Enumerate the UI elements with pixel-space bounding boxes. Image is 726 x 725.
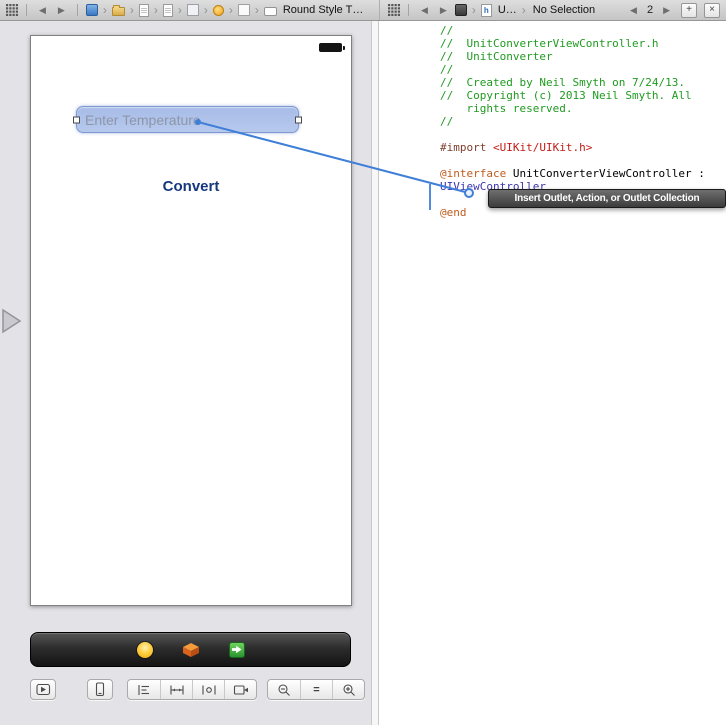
zoom-in-icon	[342, 683, 356, 697]
chevron-separator-icon: ›	[522, 4, 526, 16]
counterparts-icon[interactable]	[455, 4, 467, 16]
temperature-text-field[interactable]: Enter Temperature	[76, 106, 299, 133]
ib-dock-bar	[30, 632, 351, 667]
forward-button[interactable]: ▶	[54, 6, 69, 15]
object-icon[interactable]	[213, 5, 224, 16]
ib-jump-bar: ◀ ▶ › › › › › › › Round Style T…	[0, 0, 379, 20]
code-line: //	[440, 115, 705, 128]
exit-arrow-icon	[232, 645, 242, 654]
add-assistant-editor-button[interactable]: +	[681, 3, 697, 18]
device-icon	[95, 682, 105, 697]
align-icon	[137, 684, 151, 696]
pin-width-button[interactable]	[160, 680, 192, 699]
connection-tooltip: Insert Outlet, Action, or Outlet Collect…	[488, 189, 726, 208]
outline-toggle-icon	[36, 683, 51, 696]
zoom-button-group: =	[267, 679, 365, 700]
device-config-button[interactable]	[87, 679, 113, 700]
chevron-separator-icon: ›	[255, 4, 259, 16]
align-button[interactable]	[128, 680, 160, 699]
folder-icon[interactable]	[112, 7, 125, 16]
first-responder-icon[interactable]	[182, 642, 200, 658]
zoom-in-button[interactable]	[332, 680, 364, 699]
ib-pane-scrollbar[interactable]	[371, 21, 379, 725]
interface-builder-pane: Enter Temperature Convert	[0, 21, 371, 725]
forward-button[interactable]: ▶	[436, 6, 451, 15]
previous-counterpart-button[interactable]: ◀	[626, 6, 641, 15]
xcode-window: ◀ ▶ › › › › › › › Round Style T… ◀ ▶	[0, 0, 726, 725]
selection-label[interactable]: No Selection	[533, 4, 595, 16]
outline-disclosure-arrow[interactable]	[1, 308, 23, 334]
insertion-indicator	[429, 184, 431, 210]
pin-center-button[interactable]	[192, 680, 224, 699]
view-controller-icon[interactable]	[137, 642, 153, 658]
exit-segue-icon[interactable]	[229, 642, 245, 658]
chevron-separator-icon: ›	[472, 4, 476, 16]
resize-handle-left[interactable]	[73, 116, 80, 123]
project-icon[interactable]	[86, 4, 98, 16]
code-line: //	[440, 24, 705, 37]
battery-icon	[319, 43, 342, 52]
code-line	[440, 128, 705, 141]
convert-button[interactable]: Convert	[31, 178, 351, 195]
view-icon[interactable]	[238, 4, 250, 16]
resolve-layout-icon	[233, 684, 249, 696]
scene-icon[interactable]	[187, 4, 199, 16]
document-outline-toggle-button[interactable]	[30, 679, 56, 700]
file-icon[interactable]	[163, 4, 173, 17]
constraints-button-group	[127, 679, 257, 700]
code-line: #import <UIKit/UIKit.h>	[440, 141, 705, 154]
back-button[interactable]: ◀	[417, 6, 432, 15]
view-controller-view[interactable]: Enter Temperature Convert	[30, 35, 352, 606]
code-line: // Copyright (c) 2013 Neil Smyth. All	[440, 89, 705, 102]
code-line	[440, 154, 705, 167]
file-icon[interactable]	[139, 4, 149, 17]
code-line: // UnitConverter	[440, 50, 705, 63]
text-field-placeholder: Enter Temperature	[85, 112, 201, 128]
code-line: //	[440, 63, 705, 76]
code-line: rights reserved.	[440, 102, 705, 115]
divider	[408, 4, 409, 16]
related-items-icon[interactable]	[388, 4, 400, 16]
file-name-label[interactable]: U…	[498, 4, 517, 16]
assistant-jump-bar: ◀ ▶ › h U… › No Selection ◀ 2 ▶ + ×	[379, 0, 726, 20]
assistant-editor-pane[interactable]: //// UnitConverterViewController.h// Uni…	[379, 21, 726, 725]
chevron-separator-icon: ›	[178, 4, 182, 16]
zoom-actual-label: =	[313, 684, 319, 696]
zoom-out-button[interactable]	[268, 680, 300, 699]
code-line: @interface UnitConverterViewController :	[440, 167, 705, 180]
pin-width-icon	[169, 684, 185, 696]
textfield-icon[interactable]	[264, 7, 277, 16]
back-button[interactable]: ◀	[35, 6, 50, 15]
divider	[26, 4, 27, 16]
resize-handle-right[interactable]	[295, 116, 302, 123]
zoom-actual-button[interactable]: =	[300, 680, 332, 699]
chevron-separator-icon: ›	[229, 4, 233, 16]
chevron-separator-icon: ›	[154, 4, 158, 16]
jump-bar-row: ◀ ▶ › › › › › › › Round Style T… ◀ ▶	[0, 0, 726, 21]
next-counterpart-button[interactable]: ▶	[659, 6, 674, 15]
zoom-out-icon	[277, 683, 291, 697]
chevron-separator-icon: ›	[103, 4, 107, 16]
code-line: // UnitConverterViewController.h	[440, 37, 705, 50]
pin-center-icon	[201, 684, 217, 696]
chevron-separator-icon: ›	[130, 4, 134, 16]
code-line: // Created by Neil Smyth on 7/24/13.	[440, 76, 705, 89]
related-items-icon[interactable]	[6, 4, 18, 16]
resolve-layout-button[interactable]	[224, 680, 256, 699]
breadcrumb-item-label[interactable]: Round Style T…	[283, 4, 364, 16]
header-file-icon[interactable]: h	[481, 4, 492, 17]
header-file-glyph: h	[484, 6, 489, 15]
counterpart-count: 2	[647, 4, 653, 16]
close-assistant-editor-button[interactable]: ×	[704, 3, 720, 18]
divider	[77, 4, 78, 16]
chevron-separator-icon: ›	[204, 4, 208, 16]
